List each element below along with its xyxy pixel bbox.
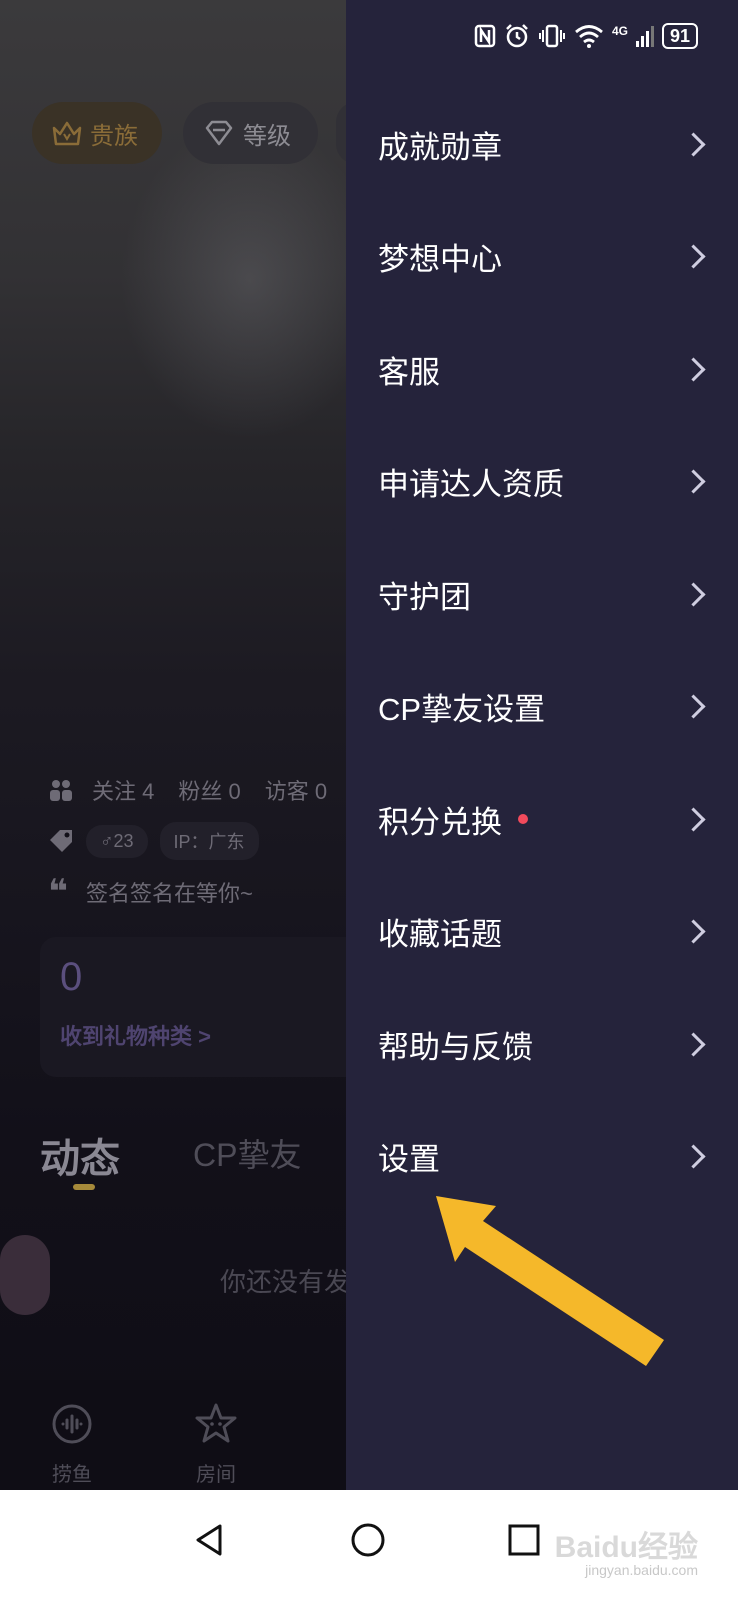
side-drawer: 4G 91 成就勋章 梦想中心 客服 申请达人资质 守护团 CP挚友设置 积分兑… xyxy=(346,0,738,1490)
chevron-right-icon xyxy=(681,469,706,494)
menu-label-customer-service: 客服 xyxy=(378,354,440,390)
diamond-icon xyxy=(205,120,233,146)
ip-badge: IP：广东 xyxy=(159,822,259,860)
watermark-url: jingyan.baidu.com xyxy=(585,1562,698,1578)
background-blur xyxy=(120,120,380,440)
nav-label-fishing: 捞鱼 xyxy=(52,1464,92,1486)
gift-label: 收到礼物种类 > xyxy=(60,1024,211,1049)
network-label: 4G xyxy=(611,24,628,38)
chevron-right-icon xyxy=(681,244,706,269)
signature-row: ❝ 签名签名在等你~ xyxy=(48,873,253,911)
gift-count: 0 xyxy=(60,955,83,999)
mascot-image xyxy=(0,1235,50,1315)
menu-label-saved-topics: 收藏话题 xyxy=(378,917,502,953)
signal-icon xyxy=(635,26,654,47)
menu-item-apply-expert[interactable]: 申请达人资质 xyxy=(346,426,738,539)
chevron-right-icon xyxy=(681,357,706,382)
menu-label-cp-settings: CP挚友设置 xyxy=(378,692,546,728)
menu-label-apply-expert: 申请达人资质 xyxy=(378,467,564,503)
chevron-right-icon xyxy=(681,919,706,944)
home-icon[interactable] xyxy=(348,1520,388,1560)
menu-label-dream-center: 梦想中心 xyxy=(378,242,502,278)
tab-cp-friends[interactable]: CP挚友 xyxy=(193,1130,301,1176)
chevron-right-icon xyxy=(681,807,706,832)
menu-item-saved-topics[interactable]: 收藏话题 xyxy=(346,876,738,989)
tag-row: ♂23 IP：广东 xyxy=(48,822,259,860)
tab-moments[interactable]: 动态 xyxy=(40,1126,120,1184)
tab-indicator xyxy=(73,1184,95,1190)
stats-row: 关注 4 粉丝 0 访客 0 xyxy=(48,774,351,806)
quote-icon: ❝ xyxy=(48,873,68,911)
follow-count[interactable]: 关注 4 xyxy=(92,774,154,806)
battery-indicator: 91 xyxy=(661,23,698,49)
menu-label-points-exchange: 积分兑换 xyxy=(378,804,502,840)
alarm-icon xyxy=(506,24,528,48)
menu-label-guardian-group: 守护团 xyxy=(378,579,471,615)
menu-label-help-feedback: 帮助与反馈 xyxy=(378,1029,533,1065)
age-badge: ♂23 xyxy=(86,824,148,858)
people-icon xyxy=(50,780,72,801)
menu-label-achievements: 成就勋章 xyxy=(378,129,502,165)
status-bar: 4G 91 xyxy=(466,18,698,54)
menu-item-guardian-group[interactable]: 守护团 xyxy=(346,538,738,651)
menu-item-cp-settings[interactable]: CP挚友设置 xyxy=(346,651,738,764)
level-chip[interactable]: 等级 xyxy=(183,102,318,164)
noble-label: 贵族 xyxy=(90,122,138,150)
vibrate-icon xyxy=(538,24,565,48)
fans-count[interactable]: 粉丝 0 xyxy=(178,774,240,806)
nfc-icon xyxy=(474,24,496,48)
menu-item-settings[interactable]: 设置 xyxy=(346,1101,738,1214)
noble-chip[interactable]: 贵族 xyxy=(32,102,162,164)
watermark: Baidu经验 xyxy=(554,1531,698,1564)
nav-item-fishing[interactable]: 捞鱼 xyxy=(22,1402,122,1487)
signature-text: 签名签名在等你~ xyxy=(85,881,253,906)
empty-state-text: 你还没有发 xyxy=(220,1267,351,1297)
drawer-menu: 成就勋章 梦想中心 客服 申请达人资质 守护团 CP挚友设置 积分兑换 收藏话题… xyxy=(346,88,738,1213)
tag-icon xyxy=(50,830,72,852)
menu-item-customer-service[interactable]: 客服 xyxy=(346,313,738,426)
menu-item-points-exchange[interactable]: 积分兑换 xyxy=(346,763,738,876)
recents-icon[interactable] xyxy=(504,1520,544,1560)
wifi-icon xyxy=(575,25,603,48)
nav-label-rooms: 房间 xyxy=(196,1464,236,1486)
chevron-right-icon xyxy=(681,582,706,607)
level-label: 等级 xyxy=(243,122,291,150)
back-icon[interactable] xyxy=(190,1520,230,1560)
star-face-icon xyxy=(195,1403,237,1443)
chevron-right-icon xyxy=(681,132,706,157)
visitor-count[interactable]: 访客 0 xyxy=(265,774,327,806)
menu-item-dream-center[interactable]: 梦想中心 xyxy=(346,201,738,314)
wave-bubble-icon xyxy=(52,1404,92,1444)
menu-item-help-feedback[interactable]: 帮助与反馈 xyxy=(346,988,738,1101)
system-nav-bar: Baidu经验 jingyan.baidu.com xyxy=(0,1490,738,1600)
menu-item-achievements[interactable]: 成就勋章 xyxy=(346,88,738,201)
chevron-right-icon xyxy=(681,1032,706,1057)
nav-item-rooms[interactable]: 房间 xyxy=(166,1402,266,1487)
menu-label-settings: 设置 xyxy=(378,1142,440,1178)
crown-icon xyxy=(52,121,82,146)
chevron-right-icon xyxy=(681,1144,706,1169)
notification-dot xyxy=(518,814,528,825)
chevron-right-icon xyxy=(681,694,706,719)
